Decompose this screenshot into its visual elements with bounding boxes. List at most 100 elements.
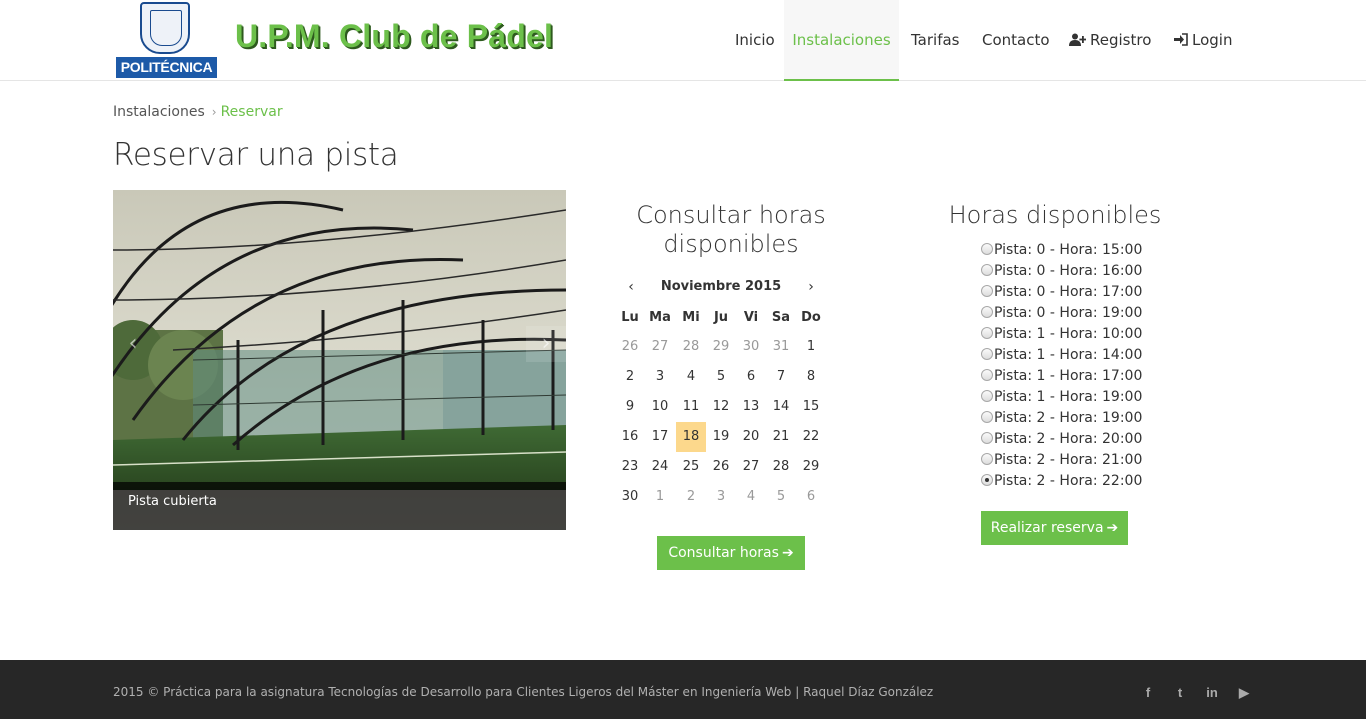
- hour-slot-radio[interactable]: [981, 474, 993, 486]
- linkedin-icon[interactable]: in: [1202, 684, 1222, 702]
- calendar-day[interactable]: 9: [615, 392, 645, 422]
- hour-slot-radio[interactable]: [981, 390, 993, 402]
- hours-heading: Horas disponibles: [948, 201, 1162, 229]
- calendar-day[interactable]: 27: [645, 332, 675, 362]
- nav-login[interactable]: Login: [1174, 0, 1232, 81]
- calendar-day[interactable]: 29: [796, 452, 826, 482]
- nav-instalaciones[interactable]: Instalaciones: [784, 0, 899, 81]
- nav-label: Contacto: [982, 31, 1050, 49]
- calendar-day[interactable]: 12: [706, 392, 736, 422]
- hour-slot-radio[interactable]: [981, 243, 993, 255]
- calendar-day[interactable]: 16: [615, 422, 645, 452]
- facebook-icon[interactable]: f: [1138, 684, 1158, 702]
- calendar-day[interactable]: 4: [736, 482, 766, 512]
- calendar-day[interactable]: 26: [615, 332, 645, 362]
- twitter-icon[interactable]: t: [1170, 684, 1190, 702]
- nav-inicio[interactable]: Inicio: [735, 0, 775, 81]
- calendar-next-month[interactable]: ›: [796, 277, 826, 297]
- hour-slot-option[interactable]: Pista: 2 - Hora: 19:00: [981, 408, 1142, 429]
- hour-slot-radio[interactable]: [981, 327, 993, 339]
- calendar-day[interactable]: 13: [736, 392, 766, 422]
- calendar-day[interactable]: 27: [736, 452, 766, 482]
- calendar-day[interactable]: 15: [796, 392, 826, 422]
- youtube-icon[interactable]: ▶: [1234, 684, 1254, 702]
- hour-slot-option[interactable]: Pista: 2 - Hora: 21:00: [981, 450, 1142, 471]
- calendar-day[interactable]: 1: [796, 332, 826, 362]
- calendar-day[interactable]: 19: [706, 422, 736, 452]
- hour-slot-option[interactable]: Pista: 2 - Hora: 20:00: [981, 429, 1142, 450]
- calendar-day[interactable]: 5: [706, 362, 736, 392]
- calendar-day[interactable]: 5: [766, 482, 796, 512]
- hour-slot-radio[interactable]: [981, 285, 993, 297]
- calendar-month-label[interactable]: Noviembre 2015: [646, 277, 796, 297]
- site-title[interactable]: U.P.M. Club de Pádel: [235, 18, 553, 55]
- calendar-day[interactable]: 26: [706, 452, 736, 482]
- hour-slot-radio[interactable]: [981, 264, 993, 276]
- breadcrumb-current: Reservar: [220, 104, 283, 120]
- calendar-weekday: Ma: [649, 310, 671, 325]
- hour-slot-label: Pista: 1 - Hora: 14:00: [994, 347, 1143, 363]
- hour-slot-label: Pista: 0 - Hora: 19:00: [994, 305, 1143, 321]
- calendar-day[interactable]: 7: [766, 362, 796, 392]
- hour-slot-option[interactable]: Pista: 1 - Hora: 19:00: [981, 387, 1142, 408]
- calendar-weekday: Ju: [713, 310, 729, 325]
- arrow-right-icon: ➔: [781, 545, 794, 561]
- nav-registro[interactable]: Registro: [1069, 0, 1151, 81]
- calendar-day[interactable]: 3: [706, 482, 736, 512]
- hour-slot-radio[interactable]: [981, 432, 993, 444]
- button-label: Realizar reserva: [990, 520, 1104, 536]
- calendar-day[interactable]: 24: [645, 452, 675, 482]
- hour-slot-option[interactable]: Pista: 0 - Hora: 17:00: [981, 282, 1142, 303]
- hour-slot-radio[interactable]: [981, 306, 993, 318]
- calendar-day[interactable]: 10: [645, 392, 675, 422]
- calendar-day[interactable]: 6: [796, 482, 826, 512]
- hour-slot-option[interactable]: Pista: 1 - Hora: 14:00: [981, 345, 1142, 366]
- calendar-heading-line1: Consultar horas: [636, 201, 826, 229]
- calendar-day[interactable]: 23: [615, 452, 645, 482]
- calendar-weekday: Vi: [743, 310, 759, 325]
- calendar-day[interactable]: 8: [796, 362, 826, 392]
- calendar-day[interactable]: 14: [766, 392, 796, 422]
- calendar-day[interactable]: 28: [676, 332, 706, 362]
- calendar-day[interactable]: 17: [645, 422, 675, 452]
- calendar-day[interactable]: 18: [676, 422, 706, 452]
- hour-slot-radio[interactable]: [981, 348, 993, 360]
- facility-carousel[interactable]: ‹ › Pista cubierta: [113, 190, 566, 530]
- upm-logo[interactable]: POLITÉCNICA: [116, 0, 217, 78]
- calendar-day[interactable]: 25: [676, 452, 706, 482]
- carousel-next-button[interactable]: ›: [526, 326, 566, 362]
- hour-slot-radio[interactable]: [981, 453, 993, 465]
- calendar-day[interactable]: 31: [766, 332, 796, 362]
- hour-slot-option[interactable]: Pista: 1 - Hora: 10:00: [981, 324, 1142, 345]
- calendar-day[interactable]: 21: [766, 422, 796, 452]
- calendar-day[interactable]: 3: [645, 362, 675, 392]
- calendar-day[interactable]: 6: [736, 362, 766, 392]
- calendar-day[interactable]: 30: [615, 482, 645, 512]
- calendar-day[interactable]: 29: [706, 332, 736, 362]
- calendar-heading: Consultar horas disponibles: [612, 201, 850, 259]
- consultar-horas-button[interactable]: Consultar horas ➔: [657, 536, 805, 570]
- hour-slot-option[interactable]: Pista: 0 - Hora: 16:00: [981, 261, 1142, 282]
- calendar-day[interactable]: 4: [676, 362, 706, 392]
- realizar-reserva-button[interactable]: Realizar reserva ➔: [981, 511, 1128, 545]
- carousel-prev-button[interactable]: ‹: [113, 326, 153, 362]
- hour-slot-option[interactable]: Pista: 0 - Hora: 15:00: [981, 240, 1142, 261]
- nav-tarifas[interactable]: Tarifas: [911, 0, 960, 81]
- calendar-day[interactable]: 2: [615, 362, 645, 392]
- hour-slot-option[interactable]: Pista: 2 - Hora: 22:00: [981, 471, 1142, 492]
- calendar-weekday: Sa: [771, 310, 791, 325]
- calendar-day[interactable]: 1: [645, 482, 675, 512]
- hour-slot-option[interactable]: Pista: 1 - Hora: 17:00: [981, 366, 1142, 387]
- hour-slot-radio[interactable]: [981, 369, 993, 381]
- calendar-day[interactable]: 20: [736, 422, 766, 452]
- calendar-prev-month[interactable]: ‹: [616, 277, 646, 297]
- nav-contacto[interactable]: Contacto: [982, 0, 1050, 81]
- calendar-day[interactable]: 30: [736, 332, 766, 362]
- calendar-day[interactable]: 28: [766, 452, 796, 482]
- calendar-day[interactable]: 2: [676, 482, 706, 512]
- breadcrumb-instalaciones[interactable]: Instalaciones: [113, 104, 205, 120]
- calendar-day[interactable]: 11: [676, 392, 706, 422]
- hour-slot-option[interactable]: Pista: 0 - Hora: 19:00: [981, 303, 1142, 324]
- calendar-day[interactable]: 22: [796, 422, 826, 452]
- hour-slot-radio[interactable]: [981, 411, 993, 423]
